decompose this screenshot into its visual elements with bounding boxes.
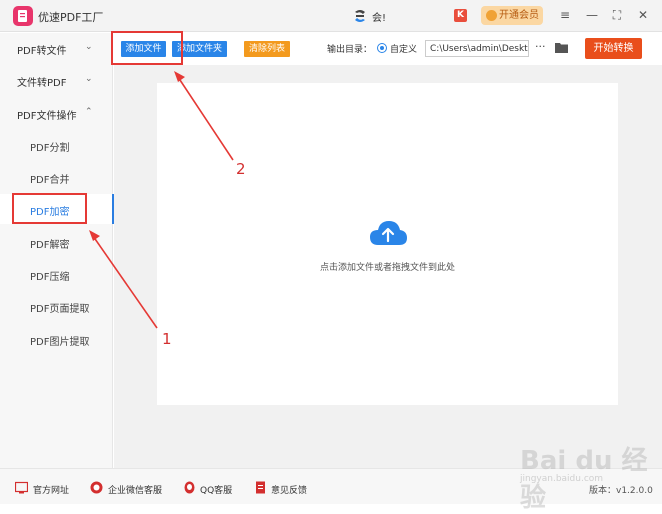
annotation-number-2: 2 xyxy=(236,160,246,178)
annotation-arrows xyxy=(89,71,234,329)
website-icon xyxy=(15,481,28,494)
annotation-number-1: 1 xyxy=(162,330,172,348)
website-link[interactable]: 官方网址 xyxy=(33,483,69,496)
wechat-support-link[interactable]: 企业微信客服 xyxy=(108,483,162,496)
qq-support-link[interactable]: QQ客服 xyxy=(200,483,232,496)
feedback-link[interactable]: 意见反馈 xyxy=(271,483,307,496)
qq-icon xyxy=(184,481,195,494)
feedback-icon xyxy=(256,481,265,494)
wechat-support-icon xyxy=(90,481,103,494)
baidu-watermark-url: jingyan.baidu.com xyxy=(520,474,604,484)
